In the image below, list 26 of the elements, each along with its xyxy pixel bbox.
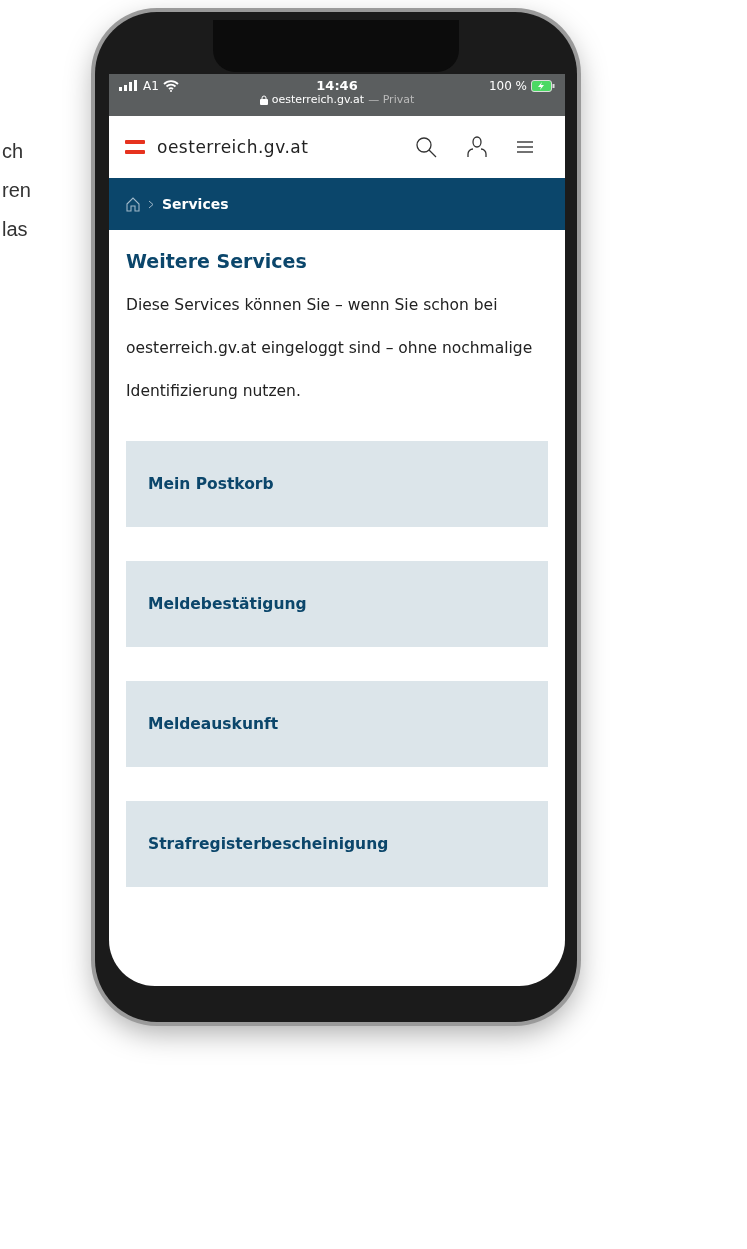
site-name[interactable]: oesterreich.gv.at — [157, 137, 309, 157]
battery-percent: 100 % — [488, 78, 527, 93]
browsing-mode: — Privat — [368, 93, 415, 106]
flag-logo-icon — [125, 140, 145, 154]
carrier-label: A1 — [143, 78, 159, 93]
service-link-card[interactable]: Meldebestätigung — [126, 561, 548, 647]
intro-paragraph: Diese Services können Sie – wenn Sie schon bei oesterreich.gv.at eingeloggt sind – ohne nochmalige Identifizierung nutzen. — [126, 295, 534, 402]
service-link-card[interactable]: Mein Postkorb — [126, 441, 548, 527]
side-text: ren — [2, 178, 31, 203]
side-text: las — [2, 217, 28, 242]
signal-icon — [119, 80, 139, 91]
menu-icon[interactable] — [517, 140, 533, 154]
user-icon[interactable] — [467, 136, 487, 158]
url-text[interactable]: oesterreich.gv.at — [271, 93, 365, 106]
wifi-icon — [162, 79, 179, 92]
section-title: Weitere Services — [126, 250, 308, 272]
breadcrumb-current: Services — [162, 196, 229, 212]
chevron-icon — [148, 199, 154, 209]
service-link-card[interactable]: Strafregisterbescheinigung — [126, 801, 548, 887]
status-time: 14:46 — [316, 78, 358, 93]
lock-icon — [259, 94, 268, 105]
battery-icon — [531, 79, 555, 92]
side-text: ch — [2, 139, 24, 164]
home-icon[interactable] — [126, 196, 140, 212]
search-icon[interactable] — [415, 136, 437, 158]
service-link-card[interactable]: Meldeauskunft — [126, 681, 548, 767]
